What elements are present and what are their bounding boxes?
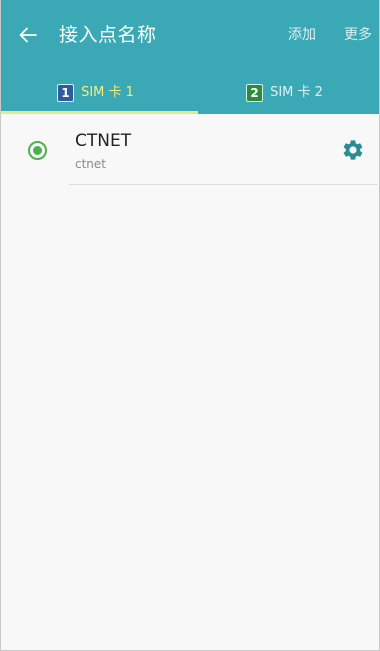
back-button[interactable] xyxy=(13,20,43,50)
sim-1-badge: 1 xyxy=(57,84,75,102)
page-title: 接入点名称 xyxy=(59,24,157,46)
list-divider xyxy=(69,184,377,185)
apn-settings-button[interactable] xyxy=(341,138,365,162)
apn-name: CTNET xyxy=(75,131,132,151)
tab-sim-1-label: SIM 卡 1 xyxy=(81,85,134,100)
sim-2-badge: 2 xyxy=(246,84,264,102)
radio-selected-dot xyxy=(33,146,42,155)
gear-icon xyxy=(343,140,363,160)
tab-sim-2-label: SIM 卡 2 xyxy=(270,85,323,100)
apn-screen: 接入点名称 添加 更多 1 SIM 卡 1 2 SIM 卡 2 CTNET ct… xyxy=(0,0,380,651)
apn-value: ctnet xyxy=(75,157,106,171)
more-button[interactable]: 更多 xyxy=(344,26,372,44)
tab-sim-1[interactable]: 1 SIM 卡 1 xyxy=(1,72,190,114)
app-bar: 接入点名称 添加 更多 xyxy=(1,0,379,72)
sim-tabs: 1 SIM 卡 1 2 SIM 卡 2 xyxy=(1,72,379,114)
apn-radio-button[interactable] xyxy=(28,141,47,160)
tab-sim-2[interactable]: 2 SIM 卡 2 xyxy=(190,72,379,114)
add-button[interactable]: 添加 xyxy=(288,26,316,44)
arrow-left-icon xyxy=(19,27,37,43)
apn-list-item[interactable]: CTNET ctnet xyxy=(1,114,379,186)
